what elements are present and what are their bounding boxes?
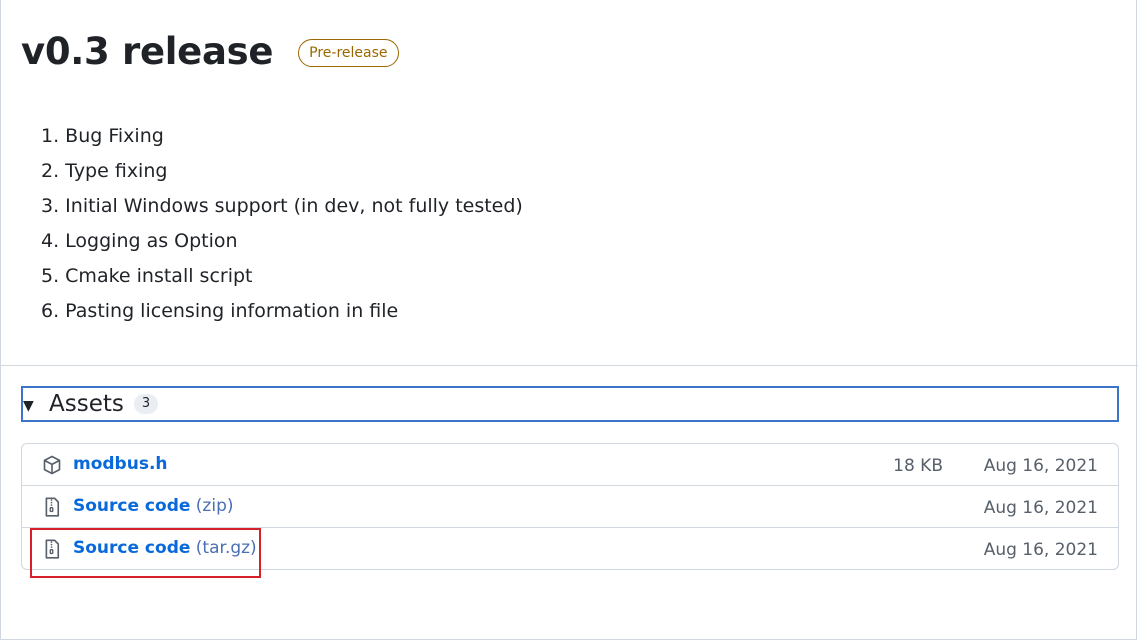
asset-name: Source code <box>73 496 191 516</box>
pre-release-badge: Pre-release <box>298 39 399 67</box>
release-note-item: 2. Type fixing <box>41 160 168 182</box>
assets-heading: Assets <box>49 391 124 417</box>
package-icon <box>43 455 61 475</box>
release-note-item: 5. Cmake install script <box>41 265 253 287</box>
asset-list: modbus.h 18 KB Aug 16, 2021 Source code … <box>21 443 1119 570</box>
triangle-down-icon: ▼ <box>23 398 34 414</box>
asset-link-modbus-h[interactable]: modbus.h <box>73 454 168 474</box>
asset-row: Source code (tar.gz) Aug 16, 2021 <box>22 527 1118 569</box>
release-note-item: 6. Pasting licensing information in file <box>41 300 399 322</box>
asset-size: 18 KB <box>893 456 943 476</box>
asset-format: (tar.gz) <box>195 538 257 558</box>
asset-date: Aug 16, 2021 <box>983 498 1098 518</box>
asset-format: (zip) <box>195 496 234 516</box>
section-divider <box>1 365 1138 366</box>
asset-date: Aug 16, 2021 <box>983 456 1098 476</box>
release-title[interactable]: v0.3 release <box>21 28 273 76</box>
release-card: v0.3 release Pre-release 1. Bug Fixing 2… <box>0 0 1138 640</box>
asset-row: modbus.h 18 KB Aug 16, 2021 <box>22 444 1118 485</box>
assets-count-badge: 3 <box>133 394 159 414</box>
asset-row: Source code (zip) Aug 16, 2021 <box>22 485 1118 527</box>
asset-link-source-tar-gz[interactable]: Source code (tar.gz) <box>73 538 257 558</box>
file-zip-icon <box>45 539 60 559</box>
asset-link-source-zip[interactable]: Source code (zip) <box>73 496 234 516</box>
asset-date: Aug 16, 2021 <box>983 540 1098 560</box>
release-header: v0.3 release Pre-release <box>21 28 399 76</box>
asset-name: Source code <box>73 538 191 558</box>
release-note-item: 4. Logging as Option <box>41 230 238 252</box>
asset-name: modbus.h <box>73 454 168 474</box>
assets-toggle[interactable]: ▼ Assets 3 <box>21 386 1119 422</box>
release-note-item: 3. Initial Windows support (in dev, not … <box>41 195 523 217</box>
file-zip-icon <box>45 497 60 517</box>
release-notes: 1. Bug Fixing 2. Type fixing 3. Initial … <box>41 119 523 329</box>
release-note-item: 1. Bug Fixing <box>41 125 164 147</box>
